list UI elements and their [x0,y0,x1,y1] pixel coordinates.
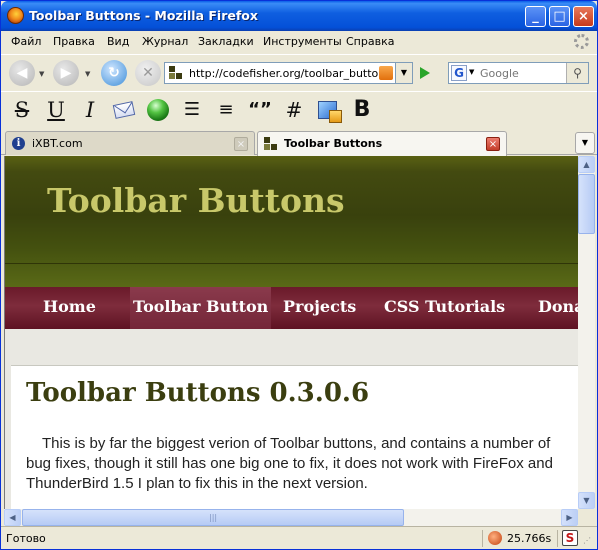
horizontal-scroll-thumb[interactable]: ||| [22,509,404,526]
site-nav-css-tutorials[interactable]: CSS Tutorials [384,297,505,316]
forward-arrow-icon: ▶ [60,65,72,81]
throbber-icon [574,34,589,49]
bold-button[interactable]: B [349,97,375,123]
site-nav-projects[interactable]: Projects [283,297,356,316]
tab-close-button[interactable]: × [234,137,248,151]
title-bar[interactable]: Toolbar Buttons - Mozilla Firefox _ □ × [1,1,597,31]
underline-button[interactable]: U [43,97,69,123]
rss-feed-icon[interactable] [379,66,393,80]
firefox-icon [7,7,24,24]
url-text[interactable]: http://codefisher.org/toolbar_button/ [189,67,389,80]
numbered-list-button[interactable]: ≡ [213,97,239,123]
menu-tools[interactable]: Инструменты [263,35,342,48]
url-history-dropdown[interactable]: ▼ [396,62,413,84]
back-button[interactable]: ◀ [9,60,35,86]
page-content: Toolbar Buttons Home Toolbar Button Proj… [4,156,578,509]
tab-ixbt[interactable]: i iXBT.com × [5,131,255,155]
tab-bar: i iXBT.com × Toolbar Buttons × ▼ [1,129,597,156]
extension-s-icon[interactable]: S [562,530,578,546]
close-button[interactable]: × [573,6,594,27]
magnifier-icon: ⚲ [573,66,582,80]
menu-file[interactable]: Файл [11,35,41,48]
go-button[interactable] [420,67,430,79]
menu-history[interactable]: Журнал [142,35,188,48]
quote-button[interactable]: “” [247,97,273,123]
hash-button[interactable]: # [281,97,307,123]
scroll-down-button[interactable]: ▼ [578,492,595,509]
tab-close-button[interactable]: × [486,137,500,151]
article: Toolbar Buttons 0.3.0.6 This is by far t… [11,365,578,509]
tab-label: iXBT.com [32,137,83,150]
toolbar-buttons-bar: S U I ☰ ≡ “” # B [1,91,597,129]
strikethrough-button[interactable]: S [9,97,35,123]
resize-grip-icon[interactable]: ⋰ [583,536,591,545]
reload-button[interactable]: ↻ [101,60,127,86]
forward-history-dropdown[interactable]: ▼ [85,70,90,78]
search-input[interactable] [480,67,562,80]
globe-icon [147,99,169,121]
horizontal-scrollbar[interactable]: ◀ ||| ▶ [4,509,578,526]
status-bar: Готово 25.766s S ⋰ [1,526,597,549]
menu-edit[interactable]: Правка [53,35,95,48]
firebug-icon[interactable] [488,531,502,545]
scroll-right-button[interactable]: ▶ [561,509,578,526]
article-body: This is by far the biggest verion of Too… [26,435,553,492]
tab-label: Toolbar Buttons [284,137,383,150]
minimize-button[interactable]: _ [525,6,546,27]
search-button[interactable]: ⚲ [566,63,588,83]
vertical-scroll-thumb[interactable] [578,174,595,234]
back-history-dropdown[interactable]: ▼ [39,70,44,78]
grip-icon: ||| [209,513,218,522]
stop-button[interactable]: ✕ [135,60,161,86]
bullet-list-icon: ☰ [183,99,201,120]
url-bar[interactable]: http://codefisher.org/toolbar_button/ [164,62,396,84]
scroll-up-button[interactable]: ▲ [578,156,595,173]
menu-bookmarks[interactable]: Закладки [198,35,254,48]
site-nav-home[interactable]: Home [43,297,96,316]
search-bar: G ▼ ⚲ [448,62,589,84]
tab-list-dropdown[interactable]: ▼ [575,132,595,154]
mail-icon [112,101,136,119]
tab-toolbar-buttons[interactable]: Toolbar Buttons × [257,131,507,156]
info-icon: i [12,137,25,150]
site-navigation: Home Toolbar Button Projects CSS Tutoria… [5,287,578,329]
italic-button[interactable]: I [77,97,103,123]
site-nav-toolbar-button[interactable]: Toolbar Button [130,287,272,329]
menu-bar: Файл Правка Вид Журнал Закладки Инструме… [1,31,597,53]
status-text: Готово [6,532,46,545]
site-favicon-icon [169,66,183,80]
numbered-list-icon: ≡ [218,99,234,120]
page-load-timer: 25.766s [507,532,552,545]
bullet-list-button[interactable]: ☰ [179,97,205,123]
reload-icon: ↻ [108,65,120,81]
site-favicon-icon [264,137,277,150]
site-nav-donate[interactable]: Dona [538,297,578,316]
insert-image-icon [318,101,342,123]
menu-view[interactable]: Вид [107,35,129,48]
insert-image-button[interactable] [315,97,342,123]
navigation-toolbar: ◀ ▼ ▶ ▼ ↻ ✕ http://codefisher.org/toolba… [1,54,597,91]
back-arrow-icon: ◀ [16,65,28,81]
google-g-icon[interactable]: G [451,65,467,81]
forward-button[interactable]: ▶ [53,60,79,86]
mail-button[interactable] [111,97,137,123]
site-title: Toolbar Buttons [47,181,345,220]
site-header: Toolbar Buttons [5,156,578,288]
menu-help[interactable]: Справка [346,35,394,48]
search-engine-dropdown[interactable]: ▼ [469,68,474,76]
browser-window: Toolbar Buttons - Mozilla Firefox _ □ × … [0,0,598,550]
stop-icon: ✕ [142,65,154,81]
maximize-button[interactable]: □ [549,6,570,27]
vertical-scrollbar[interactable]: ▲ ▼ [578,156,595,509]
article-title: Toolbar Buttons 0.3.0.6 [26,378,370,408]
globe-button[interactable] [145,97,171,123]
window-title: Toolbar Buttons - Mozilla Firefox [29,8,258,23]
scroll-left-button[interactable]: ◀ [4,509,21,526]
